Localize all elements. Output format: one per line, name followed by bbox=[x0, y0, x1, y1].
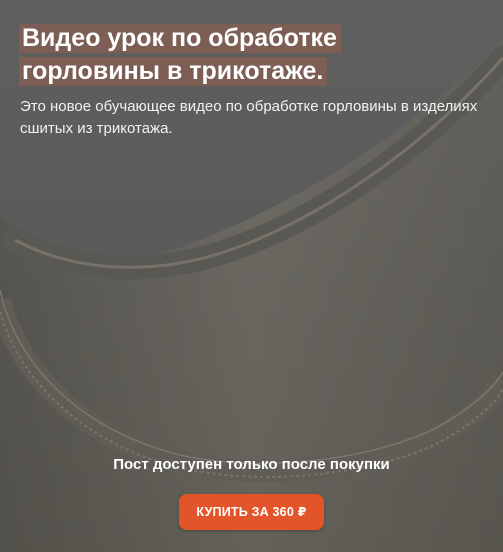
post-description: Это новое обучающее видео по обработке г… bbox=[20, 98, 478, 137]
buy-button[interactable]: КУПИТЬ ЗА 360 ₽ bbox=[179, 494, 324, 530]
post-title: Видео урок по обработке горловины в трик… bbox=[19, 22, 349, 88]
post-title-line1: Видео урок по обработке bbox=[19, 24, 341, 53]
paywall-notice: Пост доступен только после покупки bbox=[113, 456, 390, 473]
post-preview-card: Видео урок по обработке горловины в трик… bbox=[0, 0, 503, 552]
post-title-line2: горловины в трикотаже. bbox=[19, 57, 328, 86]
